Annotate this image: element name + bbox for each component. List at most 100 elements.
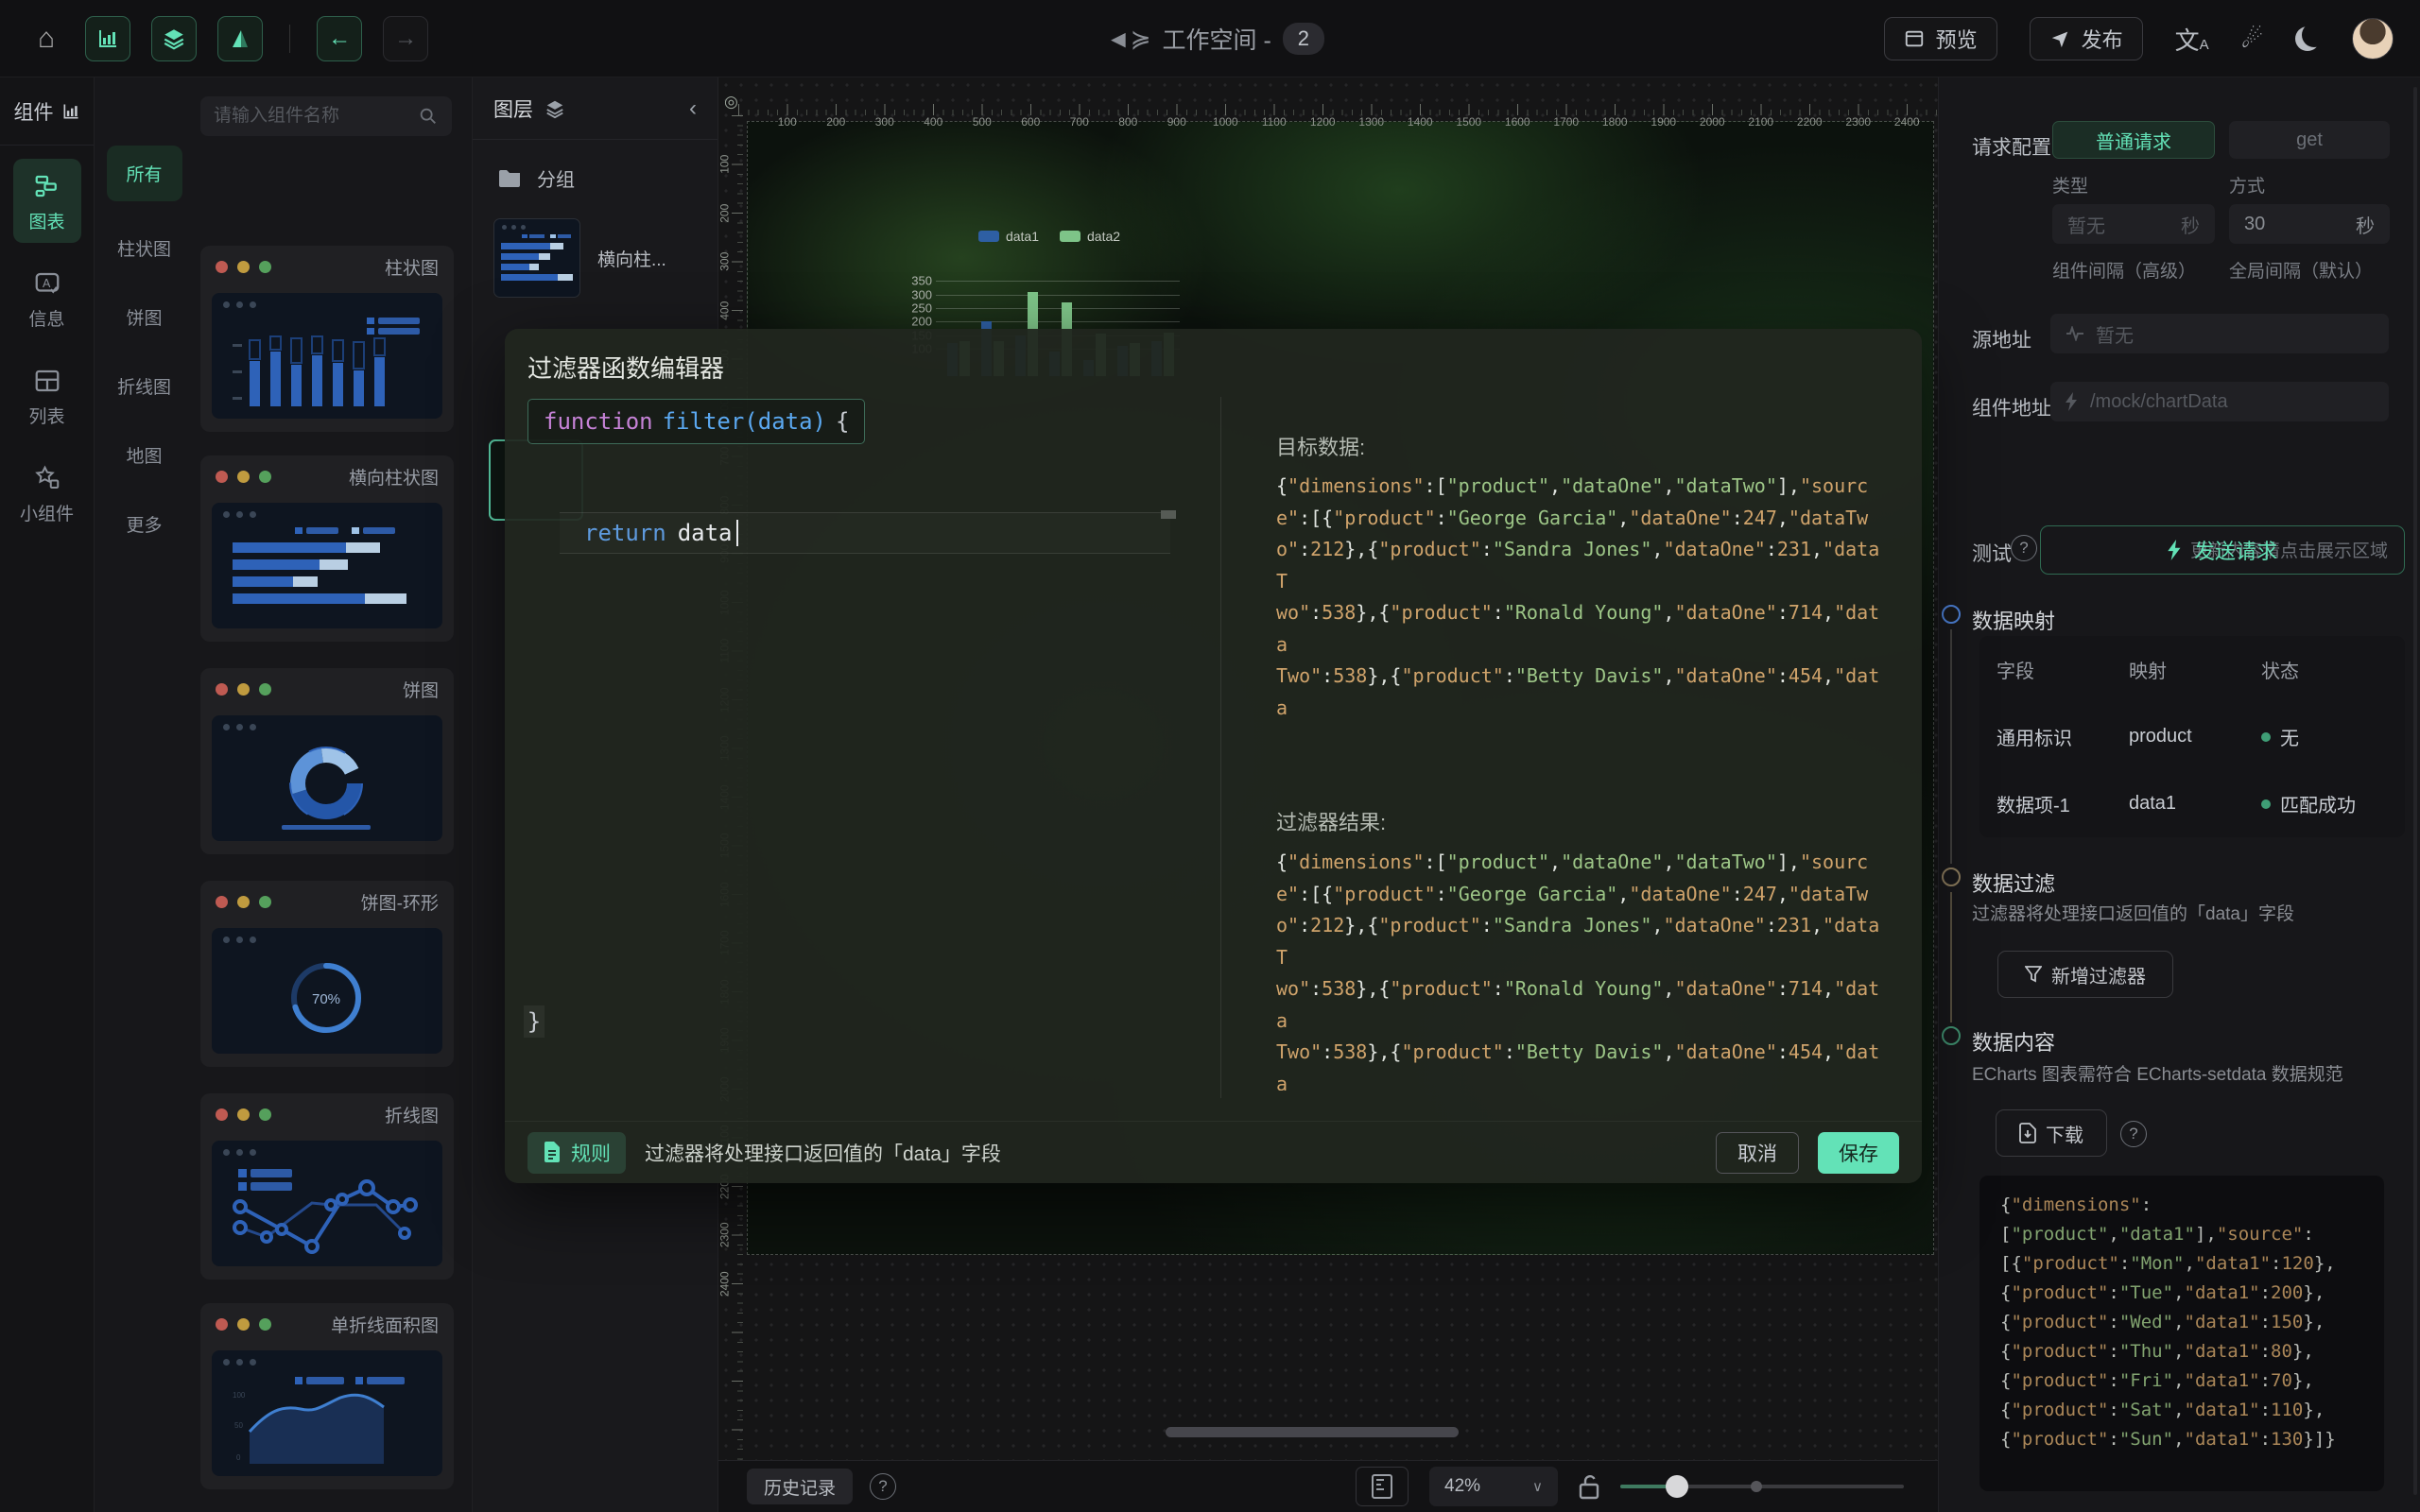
ruler-label: 1800 [1591, 115, 1640, 129]
slider-thumb[interactable] [1666, 1475, 1688, 1498]
component-address-input[interactable]: /mock/chartData [2050, 382, 2389, 421]
ruler-label: 1400 [1396, 115, 1445, 129]
category-item[interactable]: 更多 [107, 502, 182, 546]
sidebar-tab-info[interactable]: A 信息 [13, 256, 81, 340]
card-thumb-hbar [212, 503, 442, 628]
open-brace: { [836, 408, 849, 435]
sidebar-tab-list[interactable]: 列表 [13, 353, 81, 438]
legend-item[interactable]: data1 [978, 229, 1039, 244]
global-interval-label: 全局间隔（默认） [2229, 257, 2373, 283]
ruler-label: 400 [909, 115, 959, 129]
ruler-label: 300 [860, 115, 909, 129]
add-filter-button[interactable]: 新增过滤器 [1997, 951, 2173, 998]
fish-icon: ◄≽ [1106, 25, 1151, 54]
sidebar-tab-widgets[interactable]: 小组件 [13, 451, 81, 535]
magic-wand-icon[interactable]: ☄ [2241, 25, 2263, 54]
method-label: 方式 [2229, 172, 2265, 198]
zoom-slider[interactable] [1620, 1475, 1904, 1498]
dot-green [259, 261, 271, 273]
mapping-table-header: 字段 映射 状态 [1979, 636, 2405, 703]
request-method-chip[interactable]: get [2229, 121, 2390, 159]
layer-item-label: 横向柱... [597, 246, 666, 271]
component-card-hbar[interactable]: 横向柱状图 [200, 455, 454, 642]
card-thumb-area: 100500 [212, 1350, 442, 1476]
code-editor-line[interactable]: return data [560, 512, 1170, 554]
send-request-label: 发送请求 [2194, 535, 2277, 565]
component-card-line[interactable]: 折线图 [200, 1093, 454, 1280]
timeline-node-filter [1942, 868, 1961, 886]
text-badge-icon: A [33, 269, 61, 298]
text-cursor [736, 520, 738, 546]
undo-button[interactable]: ← [317, 16, 362, 61]
help-icon[interactable]: ? [2011, 535, 2037, 561]
category-item[interactable]: 地图 [107, 433, 182, 477]
dark-mode-icon[interactable] [2295, 26, 2320, 51]
redo-button[interactable]: → [383, 16, 428, 61]
save-button[interactable]: 保存 [1818, 1132, 1899, 1174]
category-item[interactable]: 折线图 [107, 364, 182, 408]
send-request-button[interactable]: 发送请求 [2040, 525, 2405, 575]
data-content-title: 数据内容 [1972, 1026, 2055, 1057]
timeline-node-mapping [1942, 605, 1961, 624]
layer-item[interactable]: 横向柱... [473, 201, 717, 315]
card-title: 横向柱状图 [281, 464, 439, 490]
sidebar-tab-charts[interactable]: 图表 [13, 159, 81, 243]
component-interval-input[interactable]: 暂无 秒 [2052, 204, 2215, 244]
ruler-label: 200 [812, 115, 861, 129]
add-filter-label: 新增过滤器 [2051, 961, 2146, 988]
target-data-label: 目标数据: [1276, 431, 1365, 461]
component-card-pie[interactable]: 饼图 [200, 668, 454, 854]
filter-result-label: 过滤器结果: [1276, 806, 1386, 836]
publish-label: 发布 [2082, 24, 2123, 54]
card-thumb-line [212, 1141, 442, 1266]
home-icon[interactable]: ⌂ [38, 23, 55, 55]
collapse-icon[interactable]: ‹ [689, 95, 697, 122]
category-item[interactable]: 所有 [107, 146, 182, 201]
language-icon[interactable]: 文A [2175, 22, 2209, 57]
panel-scrollbar[interactable] [2413, 87, 2417, 1495]
unlock-icon[interactable] [1579, 1473, 1599, 1500]
function-name: filter(data) [663, 408, 826, 435]
download-button[interactable]: 下载 [1996, 1109, 2107, 1157]
mapping-table-row: 数据项-1 data1 匹配成功 [1979, 770, 2405, 837]
unit-label: 秒 [2181, 211, 2200, 238]
ruler-label: 1200 [1299, 115, 1348, 129]
ruler-label: 2000 [1688, 115, 1737, 129]
card-thumb-pie [212, 715, 442, 841]
panel-toggle-button[interactable] [1356, 1467, 1409, 1506]
slider-notch [1751, 1481, 1762, 1492]
component-search[interactable] [200, 96, 452, 136]
history-button[interactable]: 历史记录 [747, 1469, 853, 1504]
help-icon[interactable]: ? [2120, 1121, 2147, 1147]
data-content-json: {"dimensions": ["product","data1"],"sour… [1979, 1176, 2384, 1491]
preview-button[interactable]: 预览 [1884, 17, 1997, 60]
category-item[interactable]: 柱状图 [107, 226, 182, 270]
horizontal-scrollbar[interactable] [1166, 1427, 1459, 1437]
charts-tool-button[interactable] [85, 16, 130, 61]
layer-group[interactable]: 分组 [473, 140, 717, 201]
layers-tool-button[interactable] [151, 16, 197, 61]
cancel-button[interactable]: 取消 [1716, 1132, 1799, 1174]
status-dot [2261, 732, 2271, 742]
global-interval-input[interactable]: 30 秒 [2229, 204, 2390, 244]
sidebar-tab-label: 小组件 [20, 500, 74, 525]
category-item[interactable]: 饼图 [107, 295, 182, 339]
legend-item[interactable]: data2 [1060, 229, 1120, 244]
search-input[interactable] [214, 106, 418, 127]
pane-divider [1220, 397, 1221, 1098]
component-card-area[interactable]: 单折线面积图 100500 [200, 1303, 454, 1489]
avatar[interactable] [2352, 18, 2394, 60]
layer-group-label: 分组 [537, 164, 575, 192]
lightning-icon [2066, 392, 2079, 411]
settings-panel: 请求配置 普通请求 get 类型 方式 暂无 秒 30 秒 组件间隔（高级） 全… [1938, 77, 2420, 1512]
component-card-bar[interactable]: 柱状图 [200, 246, 454, 432]
data-mapping-title: 数据映射 [1972, 605, 2055, 635]
request-type-chip[interactable]: 普通请求 [2052, 121, 2215, 159]
component-card-ring[interactable]: 饼图-环形 70% [200, 881, 454, 1067]
source-address-input[interactable]: 暂无 [2050, 314, 2389, 353]
rule-badge: 规则 [527, 1132, 626, 1174]
publish-button[interactable]: 发布 [2030, 17, 2143, 60]
prism-tool-button[interactable] [217, 16, 263, 61]
help-icon[interactable]: ? [870, 1473, 896, 1500]
zoom-select[interactable]: 42% ∨ [1429, 1467, 1558, 1506]
